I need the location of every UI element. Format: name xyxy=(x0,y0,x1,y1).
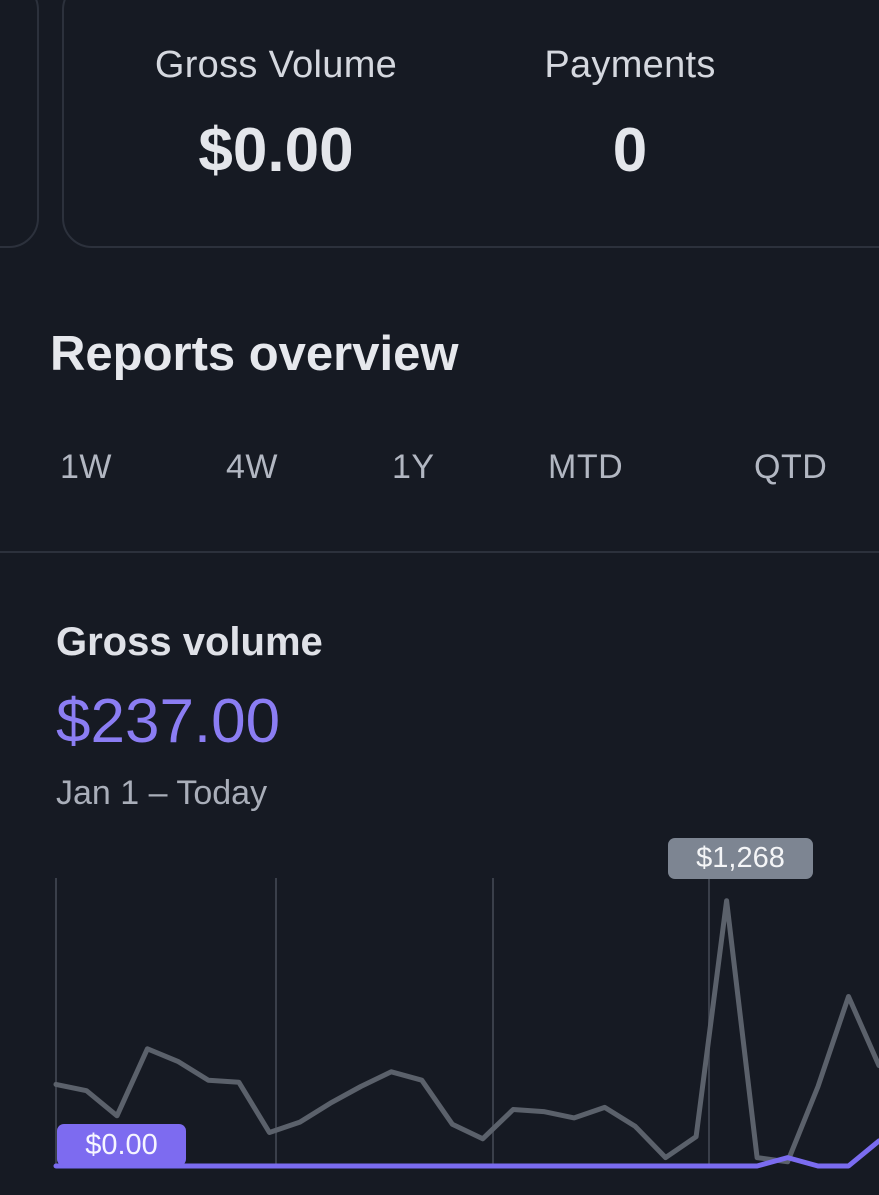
metric-value: $237.00 xyxy=(56,687,281,756)
tab-qtd[interactable]: QTD xyxy=(754,448,827,487)
tab-mtd[interactable]: MTD xyxy=(548,448,623,487)
period-tabs: 1W 4W 1Y MTD QTD xyxy=(0,448,879,498)
metric-date-range: Jan 1 – Today xyxy=(56,774,268,812)
previous-period-line xyxy=(53,898,879,1165)
payments-label: Payments xyxy=(544,44,716,86)
payments-value: 0 xyxy=(612,116,648,185)
tab-4w[interactable]: 4W xyxy=(226,448,278,487)
peak-value-badge: $1,268 xyxy=(668,838,813,879)
start-value-badge: $0.00 xyxy=(57,1124,186,1166)
gross-volume-stat: Gross Volume $0.00 xyxy=(124,44,428,186)
section-title: Reports overview xyxy=(50,327,459,381)
tabs-divider xyxy=(0,551,879,553)
tab-1w[interactable]: 1W xyxy=(60,448,112,487)
dashboard-page: Gross Volume $0.00 Payments 0 Reports ov… xyxy=(0,0,879,1195)
gross-volume-value: $0.00 xyxy=(198,116,354,185)
payments-stat: Payments 0 xyxy=(500,44,760,186)
previous-card[interactable] xyxy=(0,0,39,248)
gross-volume-label: Gross Volume xyxy=(154,44,398,86)
metric-title[interactable]: Gross volume xyxy=(56,620,323,665)
tab-1y[interactable]: 1Y xyxy=(392,448,435,487)
